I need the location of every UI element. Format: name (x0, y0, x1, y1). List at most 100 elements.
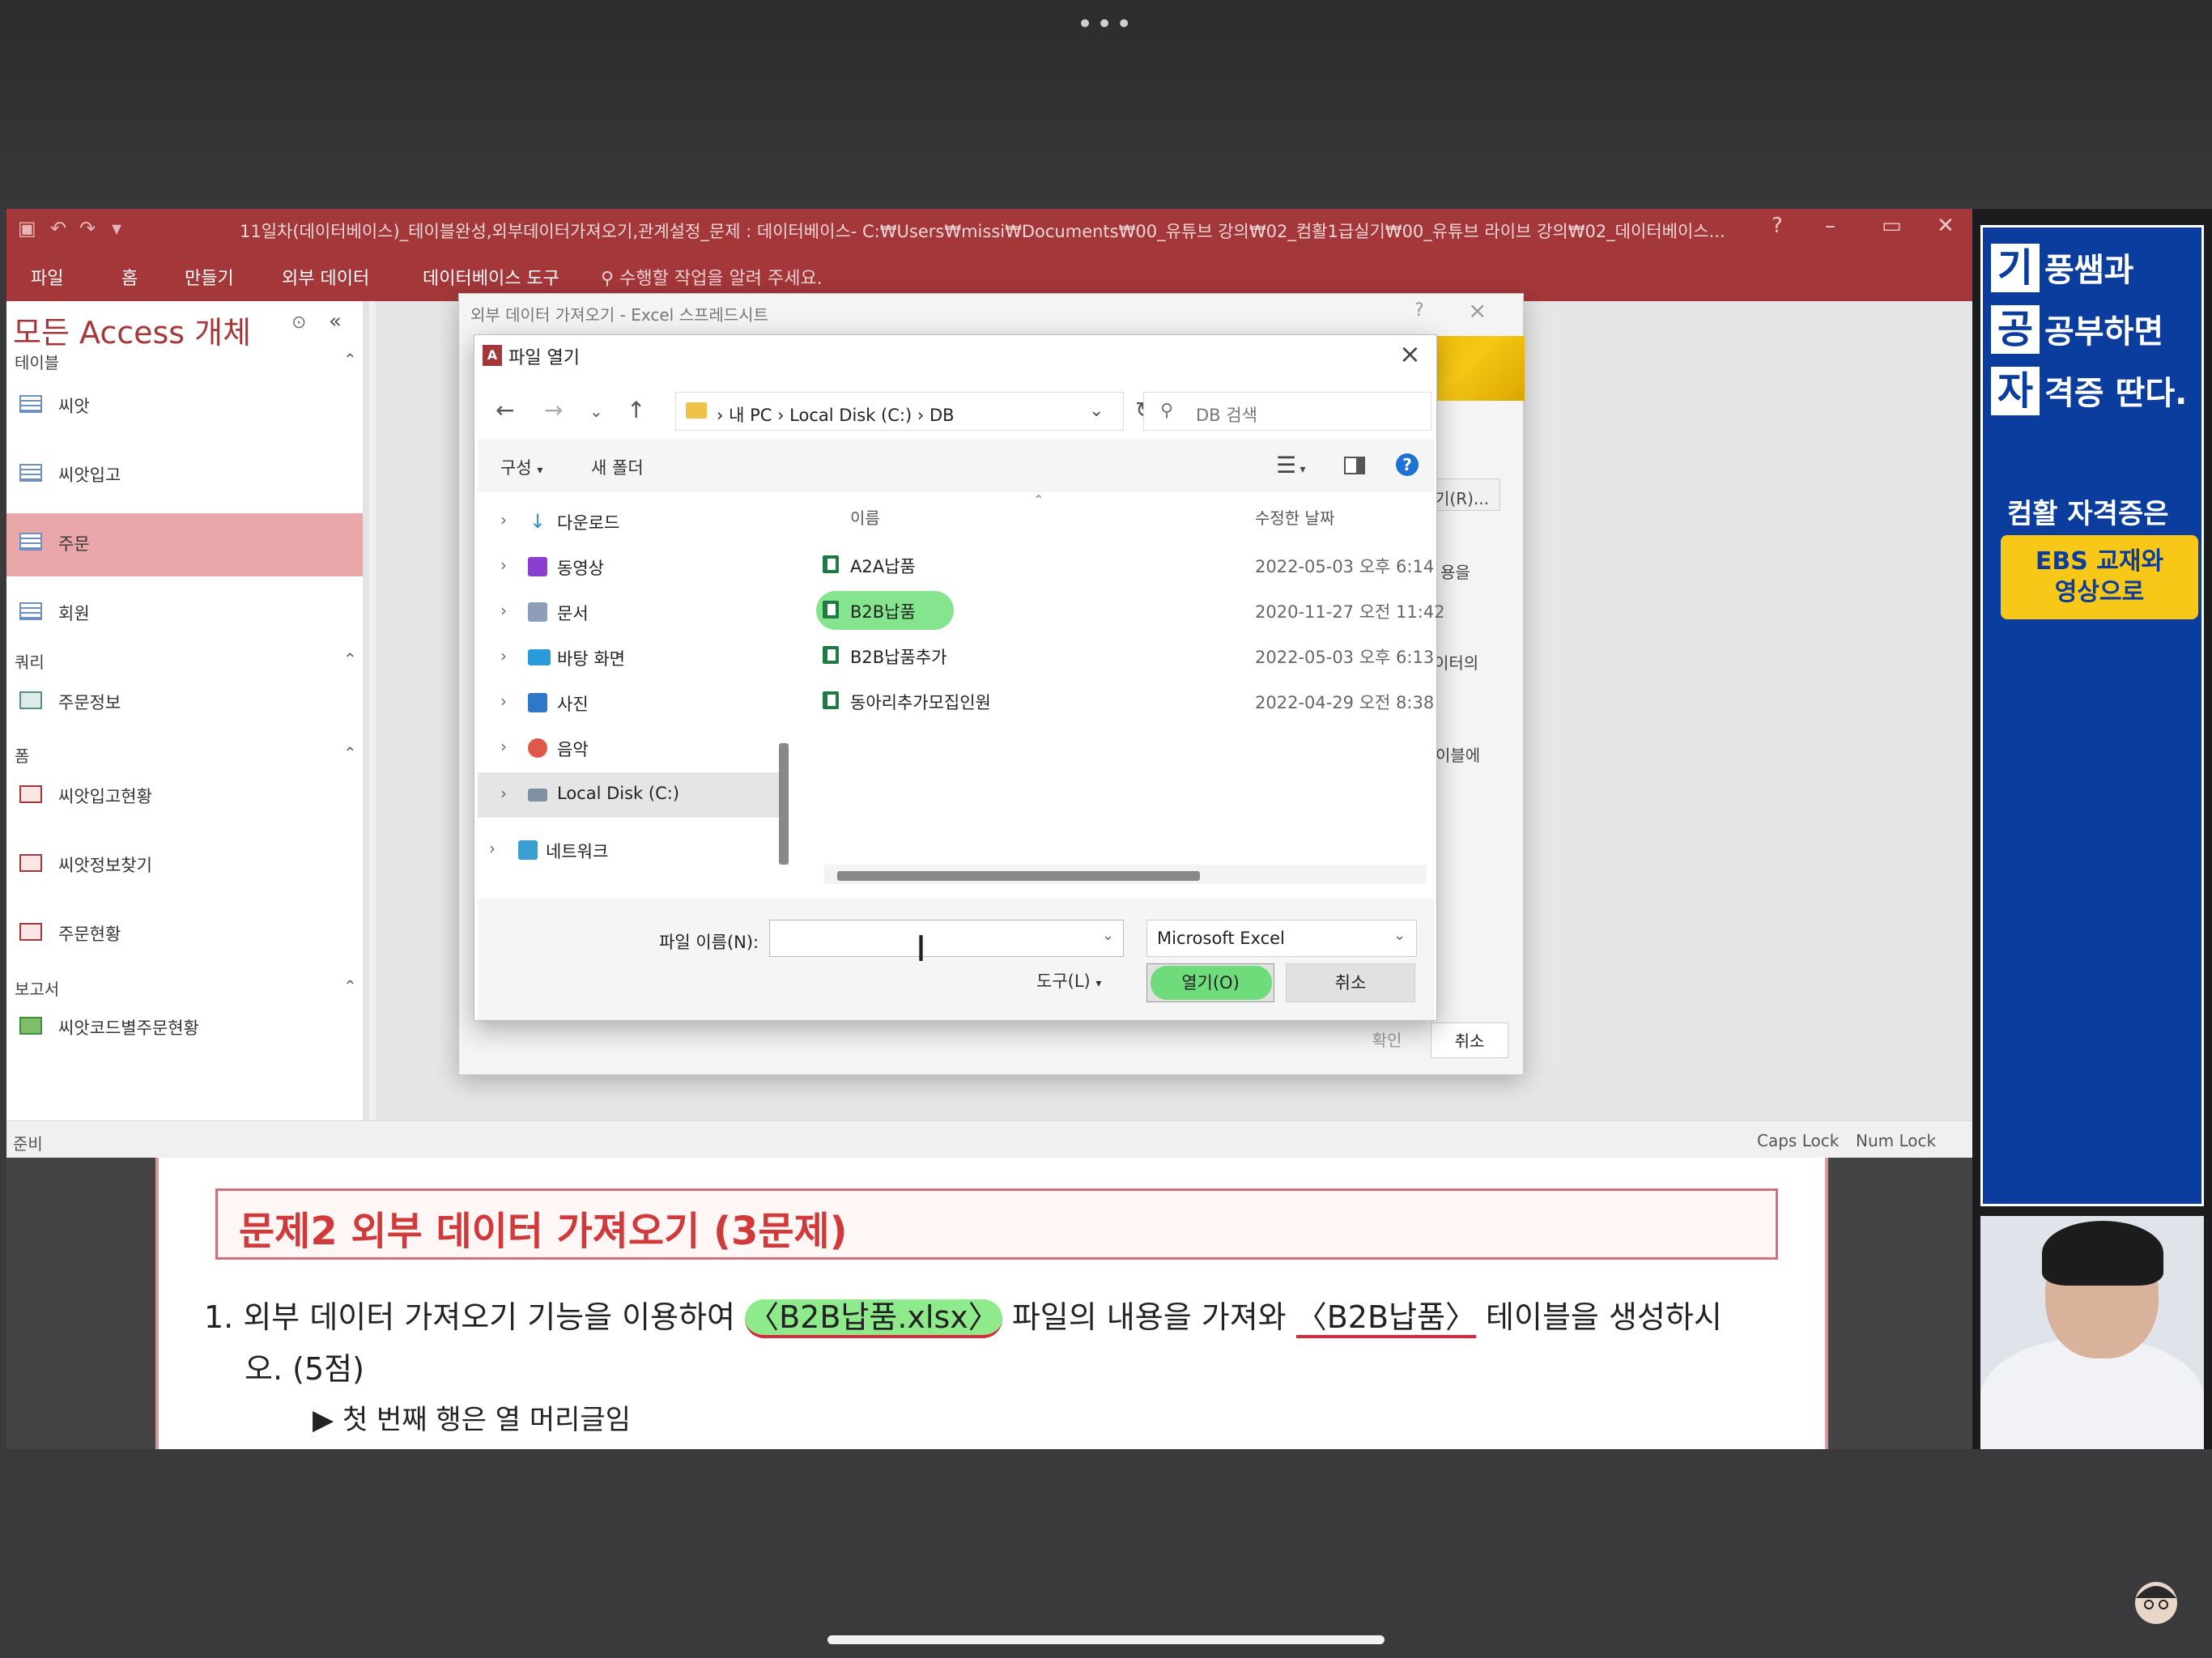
expand-chevron-icon[interactable]: › (500, 646, 507, 665)
form-icon (19, 785, 42, 803)
new-folder-button[interactable]: 새 폴더 (591, 455, 644, 479)
file-name: A2A납품 (850, 557, 916, 576)
section-tables[interactable]: 테이블 ⌃ (15, 350, 363, 373)
tab-create[interactable]: 만들기 (185, 264, 234, 290)
help-icon[interactable]: ? (1396, 453, 1419, 476)
tree-item-pictures[interactable]: › 사진 (478, 680, 782, 725)
breadcrumb-item[interactable]: DB (929, 406, 955, 425)
section-queries[interactable]: 쿼리 ⌃ (15, 649, 363, 673)
browse-button[interactable]: 기(R)... (1427, 478, 1500, 511)
cancel-button[interactable]: 취소 (1431, 1022, 1508, 1058)
help-icon[interactable]: ? (1414, 300, 1424, 321)
promo-initial: 기 (1991, 244, 2040, 292)
bottom-frame (0, 1449, 2212, 1658)
nav-item-form[interactable]: 씨앗정보찾기 (6, 835, 363, 893)
help-icon[interactable]: ? (1772, 214, 1783, 238)
redo-icon[interactable]: ↷ (79, 217, 96, 240)
chevron-down-icon[interactable]: ⌄ (1102, 927, 1114, 944)
tab-database-tools[interactable]: 데이터베이스 도구 (423, 264, 559, 290)
recent-chevron-icon[interactable]: ⌄ (589, 402, 603, 421)
horizontal-scrollbar[interactable] (824, 865, 1427, 884)
tab-external-data[interactable]: 외부 데이터 (282, 264, 369, 290)
tree-item-documents[interactable]: › 문서 (478, 589, 782, 635)
chevron-down-icon[interactable]: ⌄ (1089, 401, 1104, 421)
undo-icon[interactable]: ↶ (50, 217, 66, 240)
file-row[interactable]: B2B납품 2020-11-27 오전 11:42 (802, 588, 1445, 633)
close-icon[interactable]: × (1468, 297, 1487, 324)
tree-item-network[interactable]: › 네트워크 (478, 827, 782, 873)
close-icon[interactable]: ✕ (1937, 214, 1955, 238)
expand-chevron-icon[interactable]: › (500, 737, 507, 756)
tree-label: 바탕 화면 (557, 649, 625, 669)
more-dots-icon[interactable]: ••• (1077, 8, 1135, 40)
search-input[interactable]: ⚲ DB 검색 (1143, 392, 1431, 431)
expand-chevron-icon[interactable]: › (500, 601, 507, 620)
expand-chevron-icon[interactable]: › (500, 691, 507, 711)
breadcrumb[interactable]: › 내 PC › Local Disk (C:) › DB ⌄ (675, 392, 1124, 431)
tree-label: Local Disk (C:) (557, 784, 680, 803)
section-forms[interactable]: 폼 ⌃ (15, 743, 363, 767)
column-header-name[interactable]: 이름 (850, 505, 880, 529)
nav-item-report[interactable]: 씨앗코드별주문현황 (6, 997, 363, 1056)
forward-arrow-icon[interactable]: → (544, 397, 563, 423)
home-indicator[interactable] (827, 1635, 1385, 1644)
tell-me-box[interactable]: ⚲ 수행할 작업을 알려 주세요. (601, 264, 823, 290)
promo-initial: 자 (1991, 367, 2040, 415)
tab-file[interactable]: 파일 (31, 264, 63, 290)
promo-line: 자 격증 딴다. (1991, 367, 2187, 415)
preview-pane-icon[interactable] (1344, 457, 1365, 474)
nav-item-form[interactable]: 주문현황 (6, 903, 363, 962)
file-row[interactable]: 동아리추가모집인원 2022-04-29 오전 8:38 (802, 678, 1434, 724)
table-icon (19, 533, 42, 551)
nav-item-label: 씨앗입고 (58, 466, 121, 485)
collapse-pane-icon[interactable]: « (329, 309, 342, 334)
file-name: 동아리추가모집인원 (850, 693, 991, 712)
tab-home[interactable]: 홈 (121, 264, 138, 290)
tree-item-music[interactable]: › 음악 (478, 725, 782, 771)
tree-scrollbar[interactable] (779, 743, 789, 865)
section-reports[interactable]: 보고서 ⌃ (15, 976, 363, 1000)
nav-item-table-selected[interactable]: 주문 (6, 513, 363, 576)
ok-button[interactable]: 확인 (1356, 1022, 1418, 1058)
column-header-date[interactable]: 수정한 날짜 (1255, 505, 1334, 529)
nav-item-form[interactable]: 씨앗입고현황 (6, 766, 363, 824)
view-options-icon[interactable]: ☰ ▾ (1276, 452, 1306, 478)
open-button[interactable]: 열기(O) (1146, 963, 1274, 1002)
nav-item-table[interactable]: 씨앗 (6, 376, 363, 434)
tree-item-videos[interactable]: › 동영상 (478, 544, 782, 589)
nav-item-table[interactable]: 씨앗입고 (6, 444, 363, 503)
tools-dropdown[interactable]: 도구(L) ▾ (1036, 968, 1101, 993)
close-icon[interactable]: × (1399, 338, 1421, 369)
file-row[interactable]: A2A납품 2022-05-03 오후 6:14 (802, 542, 1434, 588)
expand-chevron-icon[interactable]: › (500, 555, 507, 575)
expand-chevron-icon[interactable]: › (500, 784, 507, 803)
tell-me-text: 수행할 작업을 알려 주세요. (619, 269, 823, 289)
nav-item-query[interactable]: 주문정보 (6, 672, 363, 730)
nav-title[interactable]: 모든 Access 개체 (13, 308, 251, 352)
expand-chevron-icon[interactable]: › (500, 510, 507, 529)
breadcrumb-item[interactable]: Local Disk (C:) (789, 406, 912, 425)
download-icon: ↓ (529, 510, 547, 533)
filename-input[interactable]: I ⌄ (769, 920, 1124, 967)
nav-item-table[interactable]: 회원 (6, 583, 363, 641)
nav-menu-icon[interactable]: ⊙ (291, 312, 306, 333)
scrollbar-thumb[interactable] (837, 871, 1200, 881)
maximize-icon[interactable]: ▭ (1882, 214, 1902, 238)
expand-chevron-icon[interactable]: › (489, 839, 496, 858)
tree-item-downloads[interactable]: › ↓ 다운로드 (478, 499, 782, 544)
webcam-feed (1980, 1216, 2204, 1459)
save-icon[interactable]: ▣ (18, 217, 36, 240)
file-row[interactable]: B2B납품추가 2022-05-03 오후 6:13 (802, 633, 1434, 678)
breadcrumb-item[interactable]: 내 PC (729, 406, 772, 425)
back-arrow-icon[interactable]: ← (496, 397, 514, 423)
up-arrow-icon[interactable]: ↑ (627, 397, 645, 423)
problem-banner: 문제2 외부 데이터 가져오기 (3문제) (215, 1188, 1778, 1260)
tree-item-local-disk[interactable]: › Local Disk (C:) (478, 772, 782, 818)
folder-icon (686, 402, 707, 419)
cancel-button[interactable]: 취소 (1286, 963, 1415, 1002)
organize-button[interactable]: 구성 ▾ (500, 455, 542, 479)
minimize-icon[interactable]: – (1825, 214, 1836, 238)
customize-qat-icon[interactable]: ▾ (112, 217, 121, 240)
filetype-select[interactable]: Microsoft Excel ⌄ (1146, 920, 1417, 957)
tree-item-desktop[interactable]: › 바탕 화면 (478, 635, 782, 680)
